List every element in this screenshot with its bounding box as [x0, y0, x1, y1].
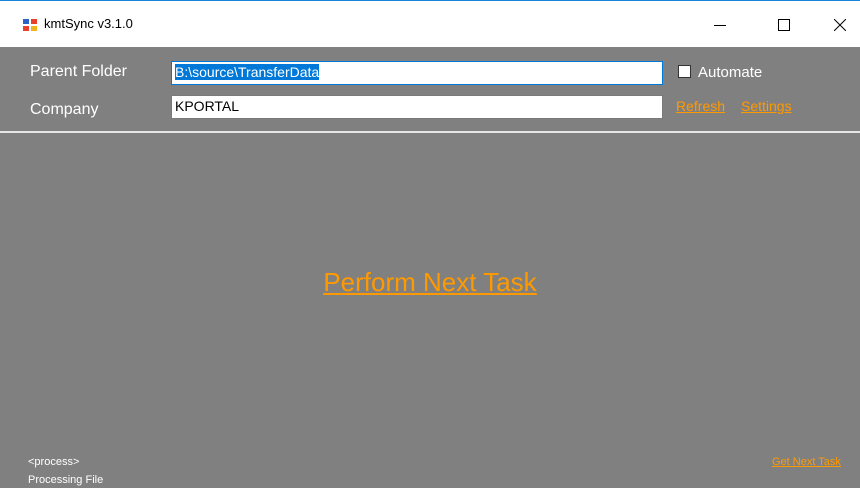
get-next-task-link[interactable]: Get Next Task	[772, 456, 841, 468]
title-bar[interactable]: kmtSync v3.1.0	[0, 0, 860, 47]
perform-next-task-link[interactable]: Perform Next Task	[0, 267, 860, 298]
app-icon	[23, 19, 37, 31]
parent-folder-value: B:\source\TransferData	[175, 64, 320, 80]
minimize-button[interactable]	[692, 1, 748, 48]
parent-folder-input[interactable]: B:\source\TransferData	[171, 61, 663, 85]
automate-label[interactable]: Automate	[698, 64, 762, 81]
settings-link[interactable]: Settings	[741, 98, 792, 114]
processing-file-status: Processing File	[28, 474, 104, 486]
divider	[0, 131, 860, 133]
company-input[interactable]: KPORTAL	[171, 95, 663, 119]
close-button[interactable]	[812, 1, 860, 48]
automate-checkbox[interactable]	[678, 65, 691, 78]
app-window: kmtSync v3.1.0 Parent Folder B:\source\T…	[0, 0, 860, 488]
process-status: <process>	[28, 456, 80, 468]
close-icon	[834, 18, 846, 31]
refresh-link[interactable]: Refresh	[676, 98, 725, 114]
maximize-button[interactable]	[756, 1, 812, 48]
company-value: KPORTAL	[175, 98, 240, 114]
parent-folder-label: Parent Folder	[30, 63, 127, 80]
company-label: Company	[30, 101, 99, 118]
maximize-icon	[778, 18, 790, 31]
window-title: kmtSync v3.1.0	[44, 16, 133, 31]
minimize-icon	[714, 24, 726, 26]
